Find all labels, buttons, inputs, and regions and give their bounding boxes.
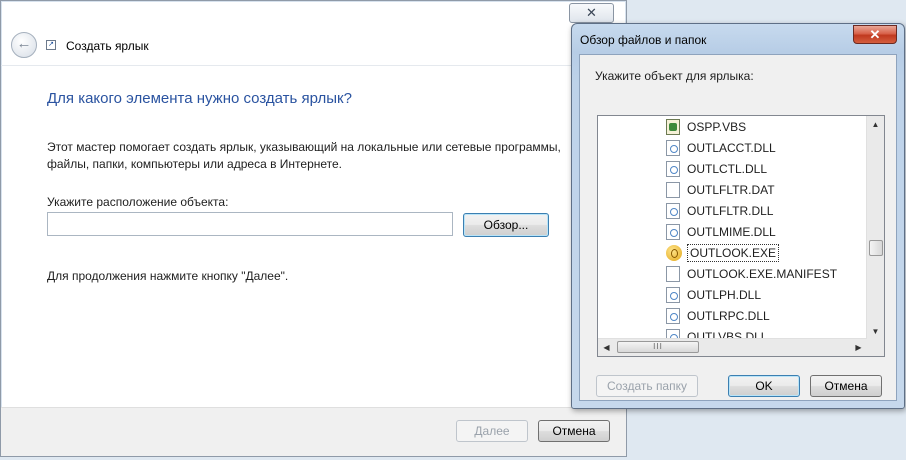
file-name: OUTLACCT.DLL [687,140,776,155]
scroll-up-icon[interactable]: ▲ [867,116,884,133]
file-item[interactable]: OUTLCTL.DLL [666,158,769,179]
vbs-script-icon [666,118,680,135]
scroll-left-icon[interactable]: ◀ [598,339,615,356]
file-name: OUTLPH.DLL [687,287,762,302]
back-arrow-icon: ← [16,35,32,52]
next-button[interactable]: Далее [456,420,528,442]
ok-button[interactable]: OK [728,375,800,397]
wizard-description: Этот мастер помогает создать ярлык, указ… [47,140,561,171]
back-arrow-button[interactable]: ← [11,32,37,58]
file-name: OUTLFLTR.DAT [687,182,775,197]
dll-file-icon [666,160,680,177]
dll-file-icon [666,223,680,240]
dll-file-icon [666,139,680,156]
file-name: OSPP.VBS [687,119,747,134]
browse-button[interactable]: Обзор... [463,213,549,237]
file-name: OUTLCTL.DLL [687,161,768,176]
dll-file-icon [666,286,680,303]
file-name: OUTLOOK.EXE.MANIFEST [687,266,838,281]
dll-file-icon [666,202,680,219]
shortcut-icon: ↗ [46,40,56,50]
wizard-footer: Далее Отмена [1,407,626,456]
file-item[interactable]: OUTLOOK.EXE.MANIFEST [666,263,839,284]
scroll-right-icon[interactable]: ▶ [850,339,867,356]
browse-cancel-button[interactable]: Отмена [810,375,882,397]
wizard-titlebar: ✕ [1,1,626,29]
create-shortcut-wizard: ✕ ← ↗ Создать ярлык Для какого элемента … [0,0,627,457]
horizontal-scroll-thumb[interactable]: III [617,341,699,353]
browse-dialog-title: Обзор файлов и папок [580,33,707,47]
file-item[interactable]: OUTLRPC.DLL [666,305,772,326]
file-item[interactable]: OUTLPH.DLL [666,284,763,305]
dll-file-icon [666,307,680,324]
file-name: OUTLFLTR.DLL [687,203,774,218]
wizard-content: Для какого элемента нужно создать ярлык?… [1,65,626,411]
continue-hint: Для продолжения нажмите кнопку "Далее". [47,269,289,283]
file-name: OUTLMIME.DLL [687,224,776,239]
scrollbar-corner [867,339,884,356]
outlook-app-icon [666,244,682,261]
browse-dialog-body: Укажите объект для ярлыка: OSPP.VBS OUTL… [579,54,897,401]
browse-dialog: Обзор файлов и папок ✕ Укажите объект дл… [571,23,905,409]
new-folder-button[interactable]: Создать папку [596,375,698,397]
file-tree[interactable]: OSPP.VBS OUTLACCT.DLL OUTLCTL.DLL OUTLFL… [597,115,885,357]
wizard-heading: Для какого элемента нужно создать ярлык? [47,90,352,107]
browse-close-button[interactable]: ✕ [853,25,897,44]
cancel-button[interactable]: Отмена [538,420,610,442]
scroll-down-icon[interactable]: ▼ [867,323,884,340]
location-label: Укажите расположение объекта: [47,195,229,209]
file-item[interactable]: OUTLACCT.DLL [666,137,778,158]
vertical-scrollbar[interactable]: ▲ ▼ [866,116,884,340]
horizontal-scrollbar[interactable]: ◀ III ▶ [598,338,867,356]
wizard-title: Создать ярлык [66,39,149,53]
file-item-selected[interactable]: OUTLOOK.EXE [666,242,780,263]
browse-prompt: Укажите объект для ярлыка: [595,69,754,83]
file-item[interactable]: OUTLFLTR.DLL [666,200,775,221]
close-icon: ✕ [869,27,881,42]
close-icon: ✕ [586,5,597,20]
wizard-header: ← ↗ Создать ярлык [1,29,626,65]
file-item[interactable]: OUTLFLTR.DAT [666,179,777,200]
file-item[interactable]: OUTLMIME.DLL [666,221,778,242]
blank-file-icon [666,265,680,282]
blank-file-icon [666,181,680,198]
file-item[interactable]: OSPP.VBS [666,116,748,137]
file-name: OUTLOOK.EXE [687,243,780,262]
location-input[interactable] [47,212,453,236]
vertical-scroll-thumb[interactable] [869,240,883,256]
wizard-close-button[interactable]: ✕ [569,3,614,23]
file-name: OUTLRPC.DLL [687,308,770,323]
